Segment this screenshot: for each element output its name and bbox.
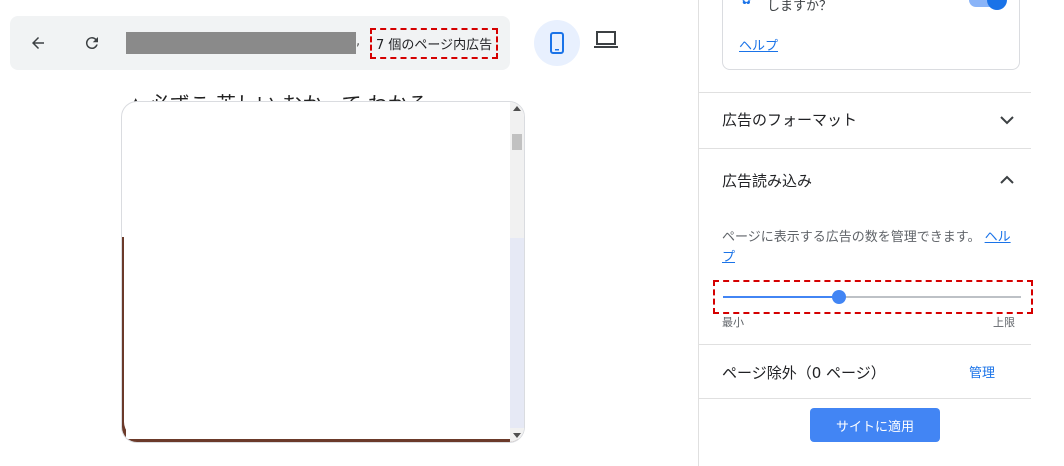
laptop-icon: [594, 31, 618, 48]
apply-to-site-button[interactable]: サイトに適用: [810, 408, 940, 442]
setting-card: ✿ しますか？ ヘルプ: [722, 0, 1020, 70]
settings-panel: ✿ しますか？ ヘルプ 広告のフォーマット 広告読み込み ページに表示する広告の…: [698, 0, 1064, 466]
divider: [699, 398, 1031, 399]
mobile-preview-frame: [121, 101, 525, 443]
scrollbar-thumb[interactable]: [512, 134, 522, 150]
preview-scrollbar[interactable]: [510, 102, 524, 442]
arrow-left-icon: [32, 37, 44, 49]
ad-load-description-text: ページに表示する広告の数を管理できます。: [722, 230, 981, 245]
url-text: ,: [356, 34, 361, 49]
chevron-up-icon[interactable]: [999, 172, 1015, 188]
desktop-view-button[interactable]: [594, 30, 618, 54]
slider-min-label: 最小: [722, 316, 744, 329]
preview-image-edge-bottom: [122, 439, 524, 442]
manage-exclusions-link[interactable]: 管理: [969, 362, 995, 381]
slider-fill: [723, 296, 840, 298]
smartphone-icon: [550, 32, 564, 54]
slider-handle[interactable]: [832, 290, 847, 304]
slider-max-label: 上限: [993, 316, 1015, 329]
scroll-up-icon[interactable]: [513, 106, 521, 111]
scroll-down-icon[interactable]: [513, 433, 521, 438]
setting-toggle[interactable]: [969, 0, 1007, 10]
back-button[interactable]: [24, 29, 52, 57]
divider: [699, 148, 1031, 149]
ads-on-page-count: 7 個のページ内広告: [370, 28, 499, 59]
toggle-knob: [987, 0, 1007, 10]
scrollbar-track-highlight: [510, 238, 524, 428]
ad-format-section-title[interactable]: 広告のフォーマット: [722, 109, 857, 130]
preview-content-card: [124, 104, 496, 438]
preview-toolbar: , 7 個のページ内広告: [10, 16, 510, 70]
setting-help-link[interactable]: ヘルプ: [739, 35, 778, 54]
url-redacted-block: [126, 32, 356, 54]
ad-load-description: ページに表示する広告の数を管理できます。 ヘルプ: [722, 228, 1022, 268]
divider: [699, 92, 1031, 93]
divider: [699, 344, 1031, 345]
page-exclusions-title: ページ除外（0 ページ）: [722, 364, 886, 382]
reload-button[interactable]: [78, 29, 106, 57]
gear-icon: ✿: [741, 0, 752, 8]
ad-load-slider-highlight: [713, 280, 1033, 314]
setting-card-text: しますか？: [767, 0, 833, 14]
chevron-down-icon[interactable]: [999, 112, 1015, 128]
ad-load-section-title[interactable]: 広告読み込み: [722, 170, 812, 191]
mobile-view-button[interactable]: [534, 20, 580, 66]
refresh-icon: [85, 37, 98, 50]
